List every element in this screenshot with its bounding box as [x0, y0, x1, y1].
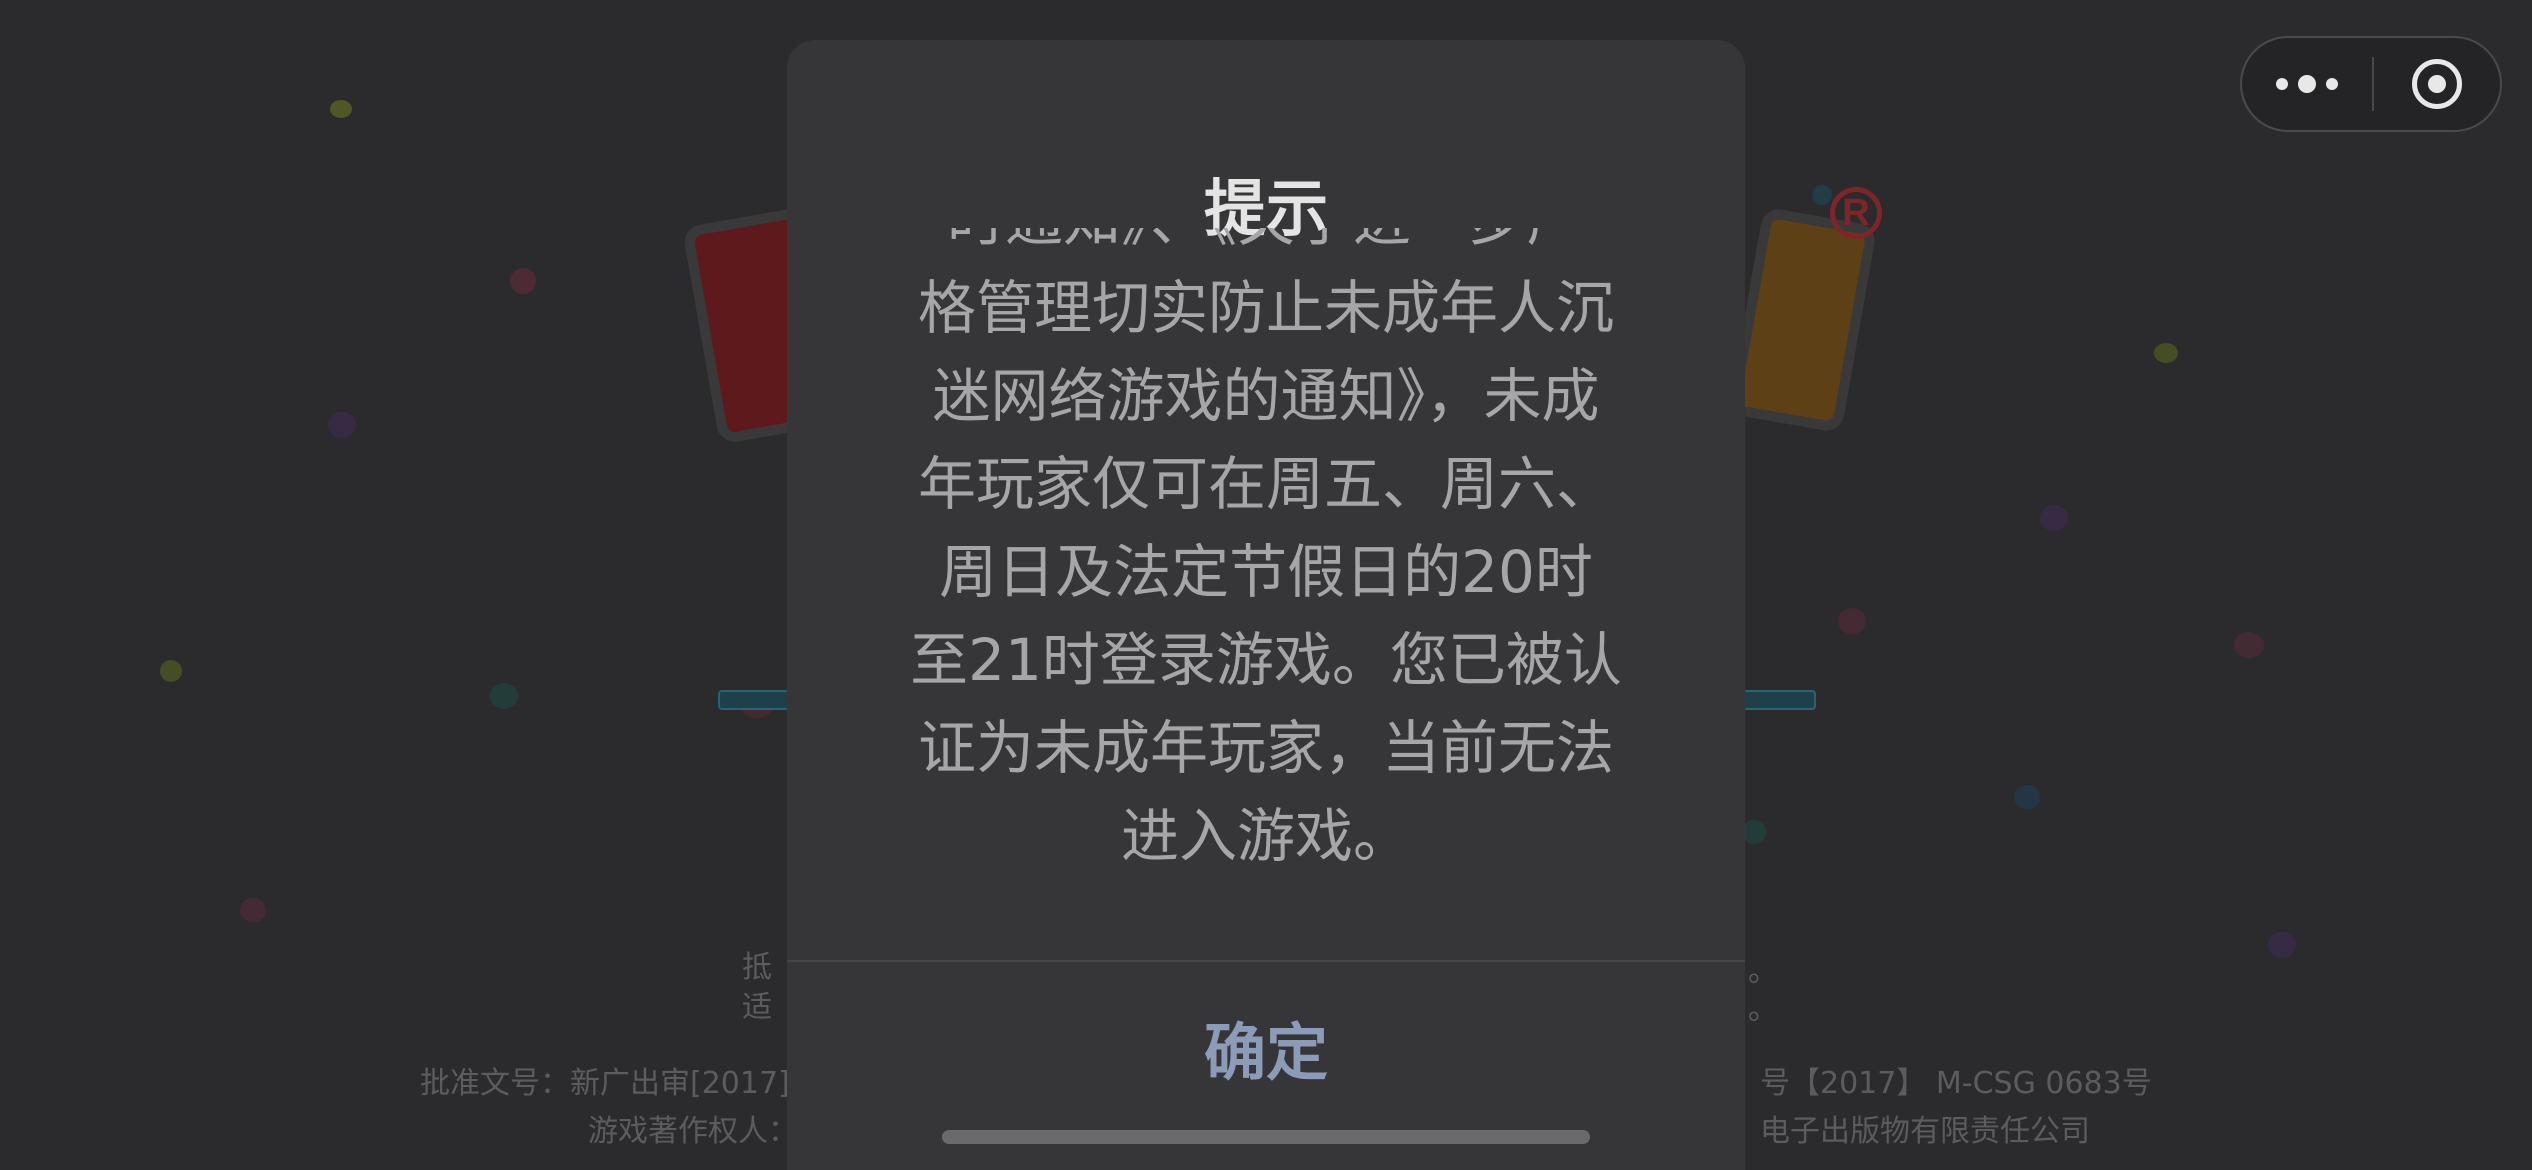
home-indicator[interactable] — [942, 1130, 1590, 1144]
dialog-message-scroll[interactable]: 时通知》、《关于进一步严 格管理切实防止未成年人沉 迷网络游戏的通知》，未成 年… — [787, 228, 1745, 938]
notice-line1-left: 抵 — [742, 950, 772, 985]
more-dots-icon — [2276, 78, 2288, 90]
alert-dialog: 提示 时通知》、《关于进一步严 格管理切实防止未成年人沉 迷网络游戏的通知》，未… — [787, 40, 1745, 1170]
registered-mark-icon: R — [1830, 187, 1882, 239]
confetti-dot — [2234, 632, 2264, 658]
confetti-dot — [2014, 785, 2040, 809]
more-button[interactable] — [2242, 38, 2372, 130]
confetti-dot — [1838, 608, 1866, 634]
target-circle-icon — [2412, 59, 2462, 109]
message-line: 迷网络游戏的通知》，未成 — [932, 362, 1600, 430]
copyright-holder-left: 游戏著作权人： — [588, 1114, 798, 1149]
message-line: 进入游戏。 — [1120, 802, 1411, 870]
confetti-dot — [510, 268, 536, 294]
copyright-holder-right: 电子出版物有限责任公司 — [1760, 1114, 2090, 1149]
notice-line2-left: 适 — [742, 990, 772, 1025]
message-line: 周日及法定节假日的20时 — [939, 538, 1593, 606]
message-line: 年玩家仅可在周五、周六、 — [917, 450, 1614, 518]
confetti-dot — [2268, 932, 2296, 958]
message-line: 格管理切实防止未成年人沉 — [917, 274, 1614, 342]
confetti-dot — [330, 100, 352, 118]
dialog-message: 时通知》、《关于进一步严 格管理切实防止未成年人沉 迷网络游戏的通知》，未成 年… — [787, 228, 1745, 880]
confetti-dot — [490, 683, 518, 709]
message-line: 至21时登录游戏。您已被认 — [910, 626, 1622, 694]
close-miniprogram-button[interactable] — [2374, 38, 2500, 130]
approval-number-right: 号【2017】 M-CSG 0683号 — [1760, 1066, 2152, 1101]
confetti-dot — [328, 412, 356, 438]
notice-line2-right: 。 — [1748, 992, 1778, 1027]
confetti-dot — [1742, 820, 1766, 844]
loading-bar-right — [1742, 690, 1816, 710]
confetti-dot — [1812, 185, 1832, 205]
confetti-dot — [240, 898, 266, 922]
game-logo-right — [1727, 206, 1878, 434]
miniprogram-capsule — [2240, 36, 2502, 132]
message-line: 证为未成年玩家，当前无法 — [917, 714, 1614, 782]
confetti-dot — [2154, 343, 2178, 363]
loading-bar-left — [718, 690, 792, 710]
confirm-button[interactable]: 确定 — [787, 962, 1745, 1132]
confetti-dot — [2040, 505, 2068, 531]
approval-number-left: 批准文号：新广出审[2017] — [420, 1066, 790, 1101]
confetti-dot — [160, 660, 182, 682]
message-line: 时通知》、《关于进一步严 — [787, 228, 1745, 264]
